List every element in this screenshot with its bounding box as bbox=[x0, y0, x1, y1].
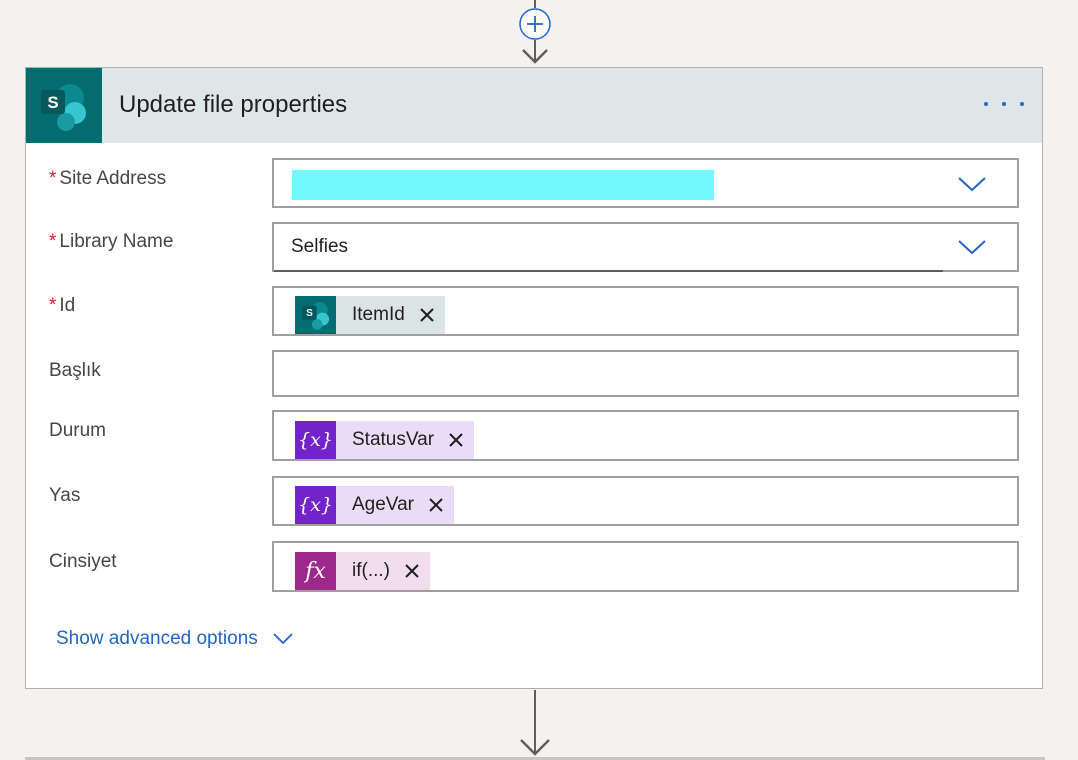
required-marker: * bbox=[49, 168, 57, 189]
cinsiyet-field[interactable]: fx if(...) bbox=[272, 541, 1019, 592]
chevron-down-icon bbox=[273, 633, 293, 645]
site-address-label: * Site Address bbox=[49, 168, 167, 189]
sharepoint-icon: S bbox=[295, 296, 336, 334]
insert-step-connector bbox=[519, 0, 551, 64]
baslik-label: Başlık bbox=[49, 360, 101, 381]
close-icon[interactable] bbox=[423, 486, 454, 524]
durum-label: Durum bbox=[49, 420, 107, 441]
insert-step-button[interactable] bbox=[519, 8, 551, 40]
action-card: S Update file properties * Site Address *… bbox=[25, 67, 1043, 689]
close-icon[interactable] bbox=[414, 296, 445, 334]
more-options-icon[interactable] bbox=[984, 94, 1024, 114]
id-label: * Id bbox=[49, 295, 76, 316]
baslik-field[interactable] bbox=[272, 350, 1019, 397]
token-label: ItemId bbox=[336, 296, 415, 334]
expression-token[interactable]: fx if(...) bbox=[295, 552, 430, 590]
chevron-down-icon[interactable] bbox=[957, 237, 987, 257]
card-header[interactable]: S Update file properties bbox=[26, 68, 1042, 143]
show-advanced-options-link[interactable]: Show advanced options bbox=[56, 628, 294, 650]
durum-field[interactable]: {x} StatusVar bbox=[272, 410, 1019, 461]
site-address-value-redacted bbox=[292, 170, 714, 200]
required-marker: * bbox=[49, 231, 57, 252]
variable-icon: {x} bbox=[295, 486, 336, 524]
function-icon: fx bbox=[295, 552, 336, 590]
show-advanced-options-label: Show advanced options bbox=[56, 628, 258, 649]
sharepoint-letter: S bbox=[306, 308, 313, 319]
token-label: if(...) bbox=[336, 552, 400, 590]
site-address-dropdown[interactable] bbox=[272, 158, 1019, 208]
close-icon[interactable] bbox=[400, 552, 430, 590]
variable-token[interactable]: {x} AgeVar bbox=[295, 486, 454, 524]
token-label: StatusVar bbox=[336, 421, 445, 459]
library-name-label: * Library Name bbox=[49, 231, 174, 252]
yas-field[interactable]: {x} AgeVar bbox=[272, 476, 1019, 526]
dynamic-content-token[interactable]: S ItemId bbox=[295, 296, 445, 334]
required-marker: * bbox=[49, 295, 57, 316]
field-underline bbox=[274, 270, 944, 272]
library-name-value: Selfies bbox=[291, 236, 349, 257]
token-label: AgeVar bbox=[336, 486, 424, 524]
variable-token[interactable]: {x} StatusVar bbox=[295, 421, 475, 459]
sharepoint-icon: S bbox=[26, 68, 102, 143]
chevron-down-icon[interactable] bbox=[957, 174, 987, 194]
id-field[interactable]: S ItemId bbox=[272, 286, 1019, 336]
card-title: Update file properties bbox=[119, 91, 348, 118]
yas-label: Yas bbox=[49, 485, 81, 506]
sharepoint-letter: S bbox=[47, 93, 58, 112]
library-name-dropdown[interactable]: Selfies bbox=[272, 222, 1019, 272]
cinsiyet-label: Cinsiyet bbox=[49, 551, 117, 572]
arrow-down-icon bbox=[520, 690, 550, 756]
close-icon[interactable] bbox=[444, 421, 475, 459]
variable-icon: {x} bbox=[295, 421, 336, 459]
